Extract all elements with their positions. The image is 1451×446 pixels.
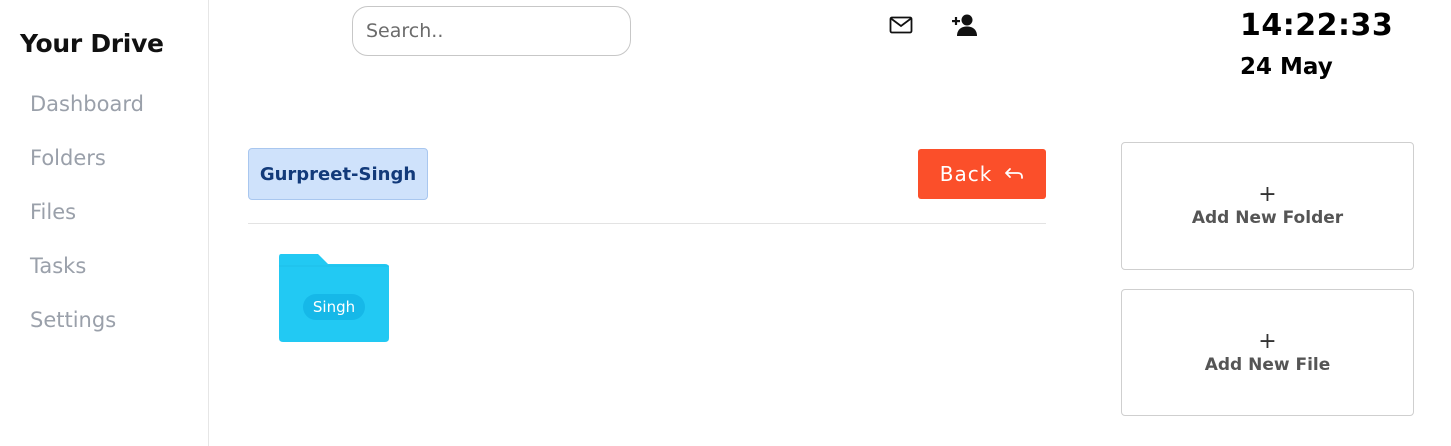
add-folder-card[interactable]: + Add New Folder <box>1121 142 1414 270</box>
sidebar-item-settings[interactable]: Settings <box>30 308 116 332</box>
sidebar-item-folders[interactable]: Folders <box>30 146 106 170</box>
sidebar-item-files[interactable]: Files <box>30 200 76 224</box>
clock-date: 24 May <box>1240 54 1333 80</box>
sidebar: Your Drive Dashboard Folders Files Tasks… <box>0 0 209 446</box>
breadcrumb[interactable]: Gurpreet-Singh <box>248 148 428 200</box>
add-file-card[interactable]: + Add New File <box>1121 289 1414 416</box>
back-button-label: Back <box>939 162 993 186</box>
plus-icon: + <box>1258 328 1277 354</box>
back-button[interactable]: Back <box>918 149 1046 199</box>
add-user-icon[interactable] <box>952 13 978 37</box>
undo-arrow-icon <box>1004 167 1024 181</box>
mail-icon[interactable] <box>889 15 913 35</box>
add-file-label: Add New File <box>1204 354 1331 375</box>
brand-title: Your Drive <box>20 29 164 58</box>
sidebar-item-tasks[interactable]: Tasks <box>30 254 86 278</box>
folder-name: Singh <box>303 294 365 320</box>
divider <box>248 223 1046 224</box>
plus-icon: + <box>1258 182 1277 207</box>
clock-time: 14:22:33 <box>1240 8 1394 43</box>
sidebar-item-dashboard[interactable]: Dashboard <box>30 92 144 116</box>
folder-item[interactable]: Singh <box>278 254 390 342</box>
add-folder-label: Add New Folder <box>1191 208 1344 228</box>
search-input[interactable] <box>352 6 631 56</box>
